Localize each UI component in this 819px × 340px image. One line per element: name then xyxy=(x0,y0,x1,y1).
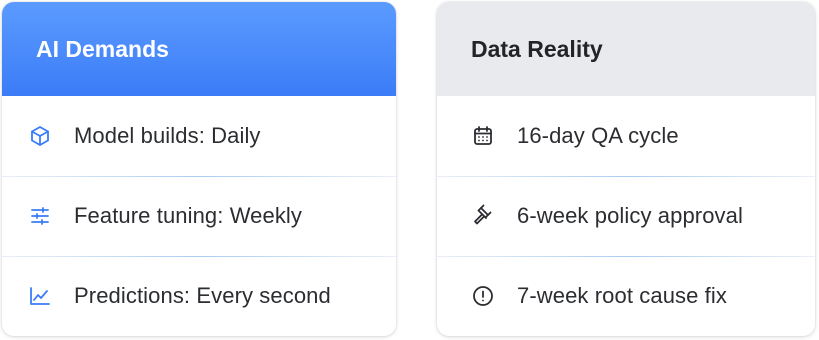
ai-demands-list: Model builds: Daily Feature tuning: Week… xyxy=(2,96,396,336)
cube-icon xyxy=(28,124,52,148)
data-reality-list: 16-day QA cycle 6-week policy approval 7… xyxy=(437,96,815,336)
item-label: Predictions: Every second xyxy=(74,283,331,308)
data-reality-title: Data Reality xyxy=(437,2,815,96)
data-reality-card: Data Reality 16-day QA cycle 6-week poli… xyxy=(437,2,815,336)
list-item: 16-day QA cycle xyxy=(437,96,815,176)
item-label: 6-week policy approval xyxy=(517,203,743,228)
ai-demands-title: AI Demands xyxy=(2,2,396,96)
comparison-panel: AI Demands Model builds: Daily Feature t… xyxy=(0,0,819,340)
gavel-icon xyxy=(471,204,495,228)
alert-circle-icon xyxy=(471,284,495,308)
item-label: Model builds: Daily xyxy=(74,123,261,148)
list-item: 7-week root cause fix xyxy=(437,256,815,336)
calendar-icon xyxy=(471,124,495,148)
ai-demands-card: AI Demands Model builds: Daily Feature t… xyxy=(2,2,396,336)
item-label: 7-week root cause fix xyxy=(517,283,727,308)
sliders-icon xyxy=(28,204,52,228)
item-label: Feature tuning: Weekly xyxy=(74,203,303,228)
trend-chart-icon xyxy=(28,284,52,308)
list-item: Predictions: Every second xyxy=(2,256,396,336)
list-item: 6-week policy approval xyxy=(437,176,815,256)
list-item: Feature tuning: Weekly xyxy=(2,176,396,256)
item-label: 16-day QA cycle xyxy=(517,123,679,148)
list-item: Model builds: Daily xyxy=(2,96,396,176)
